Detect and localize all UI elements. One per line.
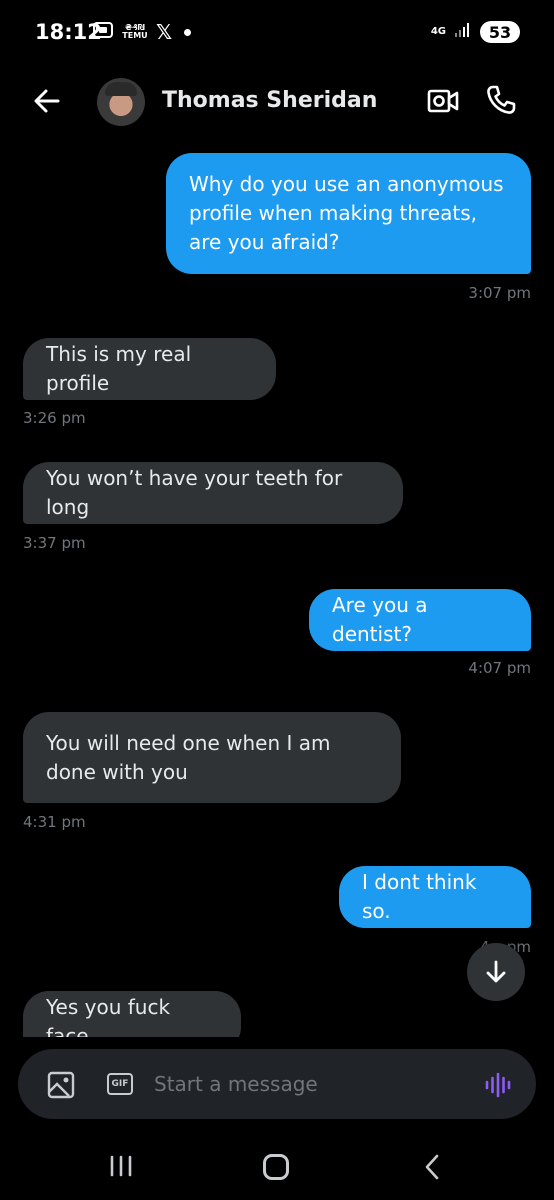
voice-message-button[interactable] — [484, 1071, 514, 1099]
network-type: 4G — [430, 26, 446, 37]
status-bar: 18:12 ₴₰₪ TEMU 𝕏 4G 53 — [0, 0, 554, 64]
message-text: Are you a dentist? — [332, 593, 428, 646]
message-bubble-incoming[interactable]: You won’t have your teeth for long — [23, 462, 403, 524]
system-navigation-bar — [0, 1137, 554, 1200]
phone-icon — [487, 85, 516, 114]
scroll-down-arrow-icon — [486, 960, 506, 983]
back-button[interactable] — [32, 86, 62, 116]
message-text: You won’t have your teeth for long — [46, 466, 343, 519]
signal-icon — [454, 22, 472, 42]
contact-avatar[interactable] — [97, 78, 145, 126]
video-call-button[interactable] — [427, 86, 459, 116]
voice-waveform-icon — [485, 1072, 511, 1098]
phone-call-button[interactable] — [485, 84, 517, 116]
recent-apps-button[interactable] — [108, 1155, 134, 1177]
gif-icon: GIF — [111, 1079, 129, 1089]
message-text: I dont think so. — [362, 870, 477, 923]
x-logo-icon: 𝕏 — [156, 20, 173, 44]
message-bubble-outgoing[interactable]: I dont think so. — [339, 866, 531, 928]
contact-name[interactable]: Thomas Sheridan — [162, 88, 377, 113]
message-timestamp: 4:07 pm — [468, 659, 531, 677]
screenshot-icon — [92, 20, 114, 44]
image-icon — [47, 1071, 75, 1099]
message-bubble-incoming[interactable]: You will need one when I am done with yo… — [23, 712, 401, 803]
message-text: Why do you use an anonymous profile when… — [189, 172, 504, 254]
message-text: You will need one when I am done with yo… — [46, 730, 331, 784]
battery-level: 53 — [488, 22, 512, 42]
more-notifications-dot — [184, 28, 192, 36]
message-bubble-outgoing[interactable]: Are you a dentist? — [309, 589, 531, 651]
message-timestamp: 3:07 pm — [468, 284, 531, 302]
message-timestamp: 4:31 pm — [23, 813, 86, 831]
message-bubble-outgoing[interactable]: Why do you use an anonymous profile when… — [166, 153, 531, 274]
conversation-header: Thomas Sheridan — [0, 64, 554, 140]
message-timestamp: 3:26 pm — [23, 409, 86, 427]
message-composer: GIF — [18, 1049, 536, 1119]
status-notification-icons: ₴₰₪ TEMU 𝕏 — [92, 20, 192, 44]
add-gif-button[interactable]: GIF — [107, 1073, 133, 1095]
message-timestamp: 3:37 pm — [23, 534, 86, 552]
message-bubble-incoming[interactable]: This is my real profile — [23, 338, 276, 400]
add-image-button[interactable] — [47, 1071, 75, 1099]
message-input[interactable] — [154, 1069, 474, 1099]
battery-indicator: 53 — [480, 21, 520, 43]
chevron-left-icon — [425, 1154, 439, 1180]
scroll-to-bottom-button[interactable] — [467, 943, 525, 1001]
system-back-button[interactable] — [422, 1153, 442, 1181]
home-button[interactable] — [263, 1154, 289, 1180]
message-text: This is my real profile — [46, 342, 192, 395]
temu-notification-icon: ₴₰₪ TEMU — [122, 23, 148, 40]
recent-apps-icon — [110, 1155, 132, 1177]
back-arrow-icon — [34, 89, 60, 113]
video-call-icon — [427, 89, 459, 113]
status-system-icons: 4G 53 — [431, 21, 520, 43]
